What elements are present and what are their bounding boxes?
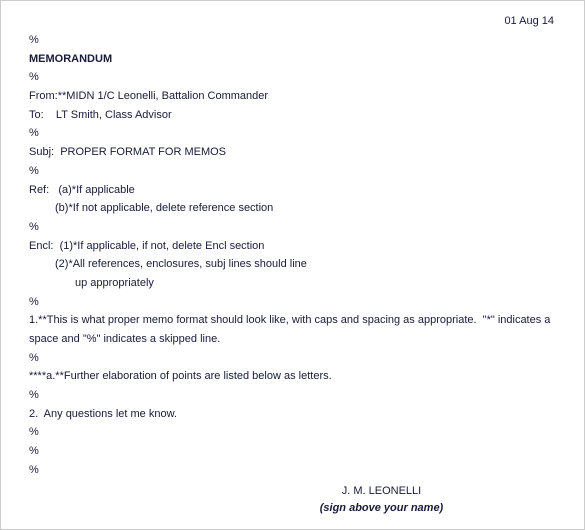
spacer-line: %	[29, 461, 564, 480]
from-value: **MIDN 1/C Leonelli, Battalion Commander	[58, 90, 268, 102]
subj-line: Subj: PROPER FORMAT FOR MEMOS	[29, 143, 564, 162]
encl-label: Encl:	[29, 240, 60, 252]
encl-line-2b: up appropriately	[29, 274, 564, 293]
spacer-line: %	[29, 218, 564, 237]
subj-label: Subj:	[29, 146, 60, 158]
spacer-line: %	[29, 293, 564, 312]
signature-instruction: (sign above your name)	[199, 500, 564, 517]
spacer-line: %	[29, 68, 564, 87]
spacer-line: %	[29, 124, 564, 143]
signature-name: J. M. LEONELLI	[199, 482, 564, 501]
signature-block: J. M. LEONELLI (sign above your name)	[29, 482, 564, 517]
spacer-line: %	[29, 31, 564, 50]
subj-value: PROPER FORMAT FOR MEMOS	[60, 146, 226, 158]
spacer-line: %	[29, 386, 564, 405]
from-line: From:**MIDN 1/C Leonelli, Battalion Comm…	[29, 87, 564, 106]
to-line: To: LT Smith, Class Advisor	[29, 106, 564, 125]
spacer-line: %	[29, 162, 564, 181]
encl-line-1: Encl: (1)*If applicable, if not, delete …	[29, 237, 564, 256]
encl-line-2: (2)*All references, enclosures, subj lin…	[29, 255, 564, 274]
ref-line-b: (b)*If not applicable, delete reference …	[29, 199, 564, 218]
body-para-1a: ****a.**Further elaboration of points ar…	[29, 367, 564, 386]
spacer-line: %	[29, 442, 564, 461]
memo-date: 01 Aug 14	[29, 15, 564, 27]
encl-1-text: (1)*If applicable, if not, delete Encl s…	[60, 240, 265, 252]
to-label: To:	[29, 109, 56, 121]
body-para-2: 2. Any questions let me know.	[29, 405, 564, 424]
ref-line-a: Ref: (a)*If applicable	[29, 181, 564, 200]
ref-label: Ref:	[29, 184, 58, 196]
from-label: From:	[29, 90, 58, 102]
spacer-line: %	[29, 423, 564, 442]
ref-a-text: (a)*If applicable	[58, 184, 134, 196]
body-para-1: 1.**This is what proper memo format shou…	[29, 311, 564, 348]
to-value: LT Smith, Class Advisor	[56, 109, 172, 121]
spacer-line: %	[29, 349, 564, 368]
memo-title: MEMORANDUM	[29, 50, 564, 69]
